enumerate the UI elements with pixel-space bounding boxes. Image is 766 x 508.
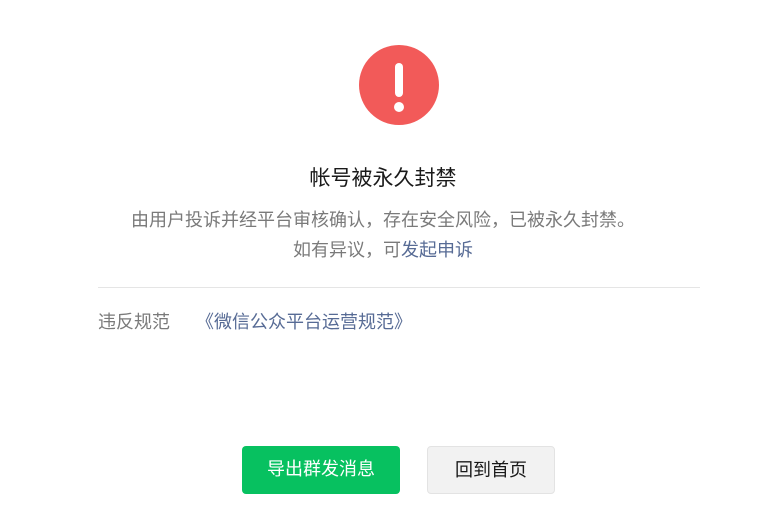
back-home-button[interactable]: 回到首页: [427, 446, 555, 494]
export-messages-button[interactable]: 导出群发消息: [242, 446, 400, 494]
ban-notice-page: 帐号被永久封禁 由用户投诉并经平台审核确认，存在安全风险，已被永久封禁。 如有异…: [0, 0, 766, 508]
exclamation-circle-icon: [359, 45, 439, 125]
divider: [98, 287, 700, 288]
page-title: 帐号被永久封禁: [309, 166, 457, 190]
appeal-line: 如有异议，可发起申诉: [0, 238, 766, 264]
rule-link[interactable]: 《微信公众平台运营规范》: [196, 312, 412, 333]
violation-row: 违反规范 《微信公众平台运营规范》: [98, 310, 412, 336]
exclamation-bar: [395, 63, 403, 97]
appeal-link[interactable]: 发起申诉: [401, 240, 473, 261]
appeal-prefix: 如有异议，可: [293, 240, 401, 261]
ban-description: 由用户投诉并经平台审核确认，存在安全风险，已被永久封禁。: [131, 210, 635, 231]
violation-label: 违反规范: [98, 312, 170, 333]
exclamation-dot: [394, 102, 404, 112]
